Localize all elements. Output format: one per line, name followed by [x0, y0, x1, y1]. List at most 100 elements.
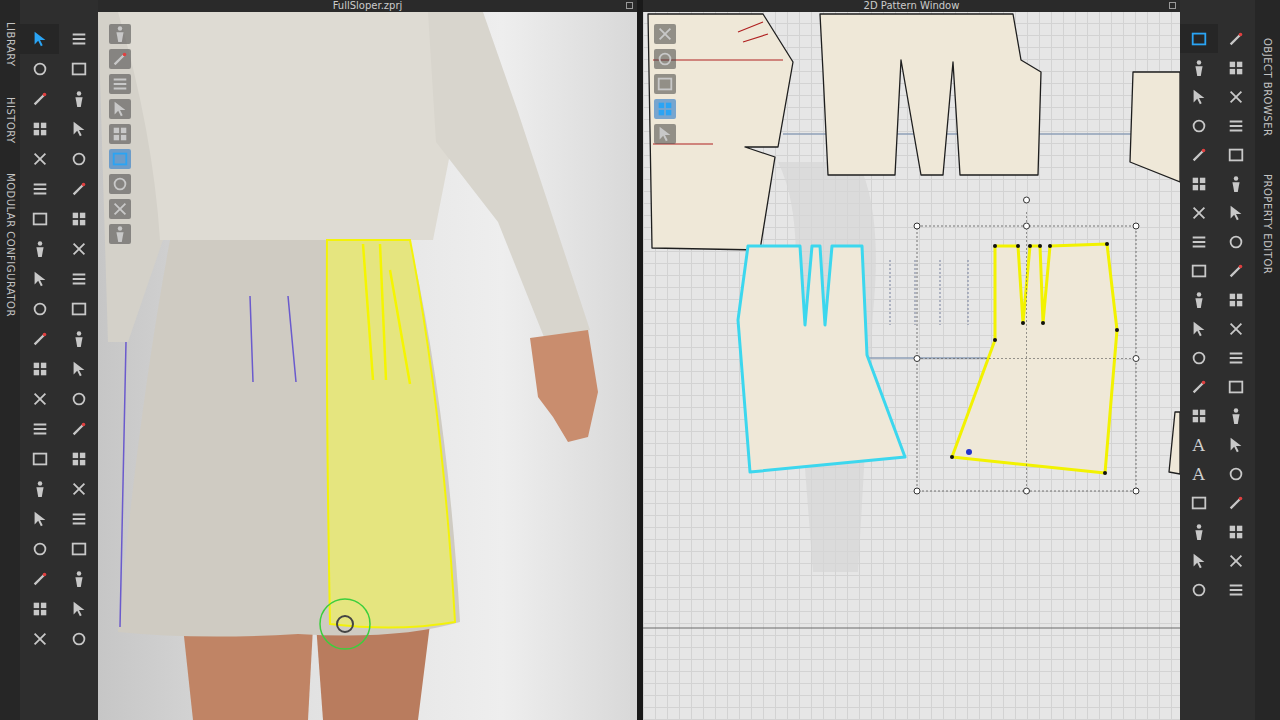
mini-tool[interactable]	[654, 99, 676, 119]
mini-tool[interactable]	[109, 124, 131, 144]
tool-button[interactable]	[1218, 401, 1256, 430]
tool-button[interactable]	[20, 294, 59, 324]
tool-button[interactable]	[1180, 140, 1218, 169]
side-tab[interactable]: OBJECT BROWSER	[1262, 38, 1273, 136]
tool-button[interactable]	[20, 144, 59, 174]
tool-button[interactable]	[59, 24, 98, 54]
tool-button[interactable]	[1180, 575, 1218, 604]
tool-button[interactable]	[1218, 575, 1256, 604]
mini-tool[interactable]	[654, 24, 676, 44]
tool-button[interactable]	[20, 54, 59, 84]
tool-button[interactable]	[1218, 488, 1256, 517]
tool-button[interactable]	[1218, 517, 1256, 546]
transform-handle[interactable]	[914, 356, 920, 362]
mini-tool[interactable]	[109, 149, 131, 169]
pattern-piece[interactable]	[1169, 412, 1180, 474]
mini-tool[interactable]	[654, 74, 676, 94]
tool-button[interactable]	[59, 54, 98, 84]
pattern-piece[interactable]	[738, 246, 905, 472]
tool-button[interactable]	[20, 234, 59, 264]
vertex-point[interactable]	[1105, 242, 1109, 246]
tool-button[interactable]	[59, 324, 98, 354]
tool-button[interactable]	[59, 84, 98, 114]
tool-button[interactable]	[1218, 546, 1256, 575]
maximize-icon[interactable]	[1169, 2, 1176, 9]
pattern-canvas[interactable]	[643, 12, 1180, 720]
mini-tool[interactable]	[109, 49, 131, 69]
mini-tool[interactable]	[109, 224, 131, 244]
pattern-piece[interactable]	[648, 14, 793, 250]
tool-button[interactable]	[1180, 82, 1218, 111]
tool-button[interactable]	[1180, 488, 1218, 517]
transform-handle[interactable]	[1024, 223, 1030, 229]
tool-button[interactable]	[1218, 314, 1256, 343]
tool-button[interactable]	[1218, 111, 1256, 140]
tool-button[interactable]	[20, 384, 59, 414]
tool-button[interactable]	[59, 234, 98, 264]
tool-button[interactable]	[20, 174, 59, 204]
tool-button[interactable]	[1218, 372, 1256, 401]
tool-button[interactable]	[1180, 401, 1218, 430]
tool-button[interactable]	[1180, 53, 1218, 82]
tool-button[interactable]	[1218, 227, 1256, 256]
tool-button[interactable]	[59, 504, 98, 534]
tool-button[interactable]	[20, 504, 59, 534]
tool-button[interactable]	[59, 174, 98, 204]
tool-button[interactable]	[1218, 256, 1256, 285]
tool-button[interactable]	[59, 114, 98, 144]
tool-button[interactable]	[1218, 24, 1256, 53]
tool-button[interactable]	[20, 114, 59, 144]
vertex-point[interactable]	[1115, 328, 1119, 332]
tool-button[interactable]	[1180, 314, 1218, 343]
transform-handle[interactable]	[914, 223, 920, 229]
vertex-point[interactable]	[993, 244, 997, 248]
pattern-piece[interactable]	[820, 14, 1041, 175]
tool-button[interactable]	[1218, 285, 1256, 314]
tool-button[interactable]	[1218, 140, 1256, 169]
tool-button[interactable]	[59, 564, 98, 594]
tool-button[interactable]	[59, 264, 98, 294]
tool-button[interactable]	[1180, 372, 1218, 401]
tool-button[interactable]: A	[1180, 430, 1218, 459]
tool-button[interactable]	[20, 474, 59, 504]
mini-tool[interactable]	[109, 99, 131, 119]
tool-button[interactable]	[59, 474, 98, 504]
tool-button[interactable]	[1180, 24, 1218, 53]
tool-button[interactable]	[59, 384, 98, 414]
transform-handle[interactable]	[1133, 223, 1139, 229]
mini-tool[interactable]	[654, 124, 676, 144]
tool-button[interactable]	[59, 144, 98, 174]
tool-button[interactable]	[1218, 459, 1256, 488]
tool-button[interactable]	[59, 294, 98, 324]
vertex-point[interactable]	[1016, 244, 1020, 248]
tool-button[interactable]	[59, 444, 98, 474]
tool-button[interactable]	[20, 444, 59, 474]
mini-tool[interactable]	[654, 49, 676, 69]
vertex-point[interactable]	[1028, 244, 1032, 248]
vertex-point[interactable]	[1038, 244, 1042, 248]
tool-button[interactable]	[1218, 343, 1256, 372]
mini-tool[interactable]	[109, 74, 131, 94]
tool-button[interactable]	[1218, 198, 1256, 227]
tool-button[interactable]	[59, 354, 98, 384]
side-tab[interactable]: LIBRARY	[5, 22, 16, 67]
tool-button[interactable]	[1180, 546, 1218, 575]
transform-handle[interactable]	[914, 488, 920, 494]
tool-button[interactable]	[59, 624, 98, 654]
transform-handle[interactable]	[1133, 488, 1139, 494]
pattern-piece[interactable]	[1130, 72, 1180, 182]
maximize-icon[interactable]	[626, 2, 633, 9]
vertex-point[interactable]	[1048, 244, 1052, 248]
tool-button[interactable]	[20, 264, 59, 294]
tool-button[interactable]	[59, 204, 98, 234]
vertex-point[interactable]	[993, 338, 997, 342]
vertex-point[interactable]	[1041, 321, 1045, 325]
mini-tool[interactable]	[109, 174, 131, 194]
tool-button[interactable]	[1218, 169, 1256, 198]
tool-button[interactable]	[20, 204, 59, 234]
tool-button[interactable]	[1180, 285, 1218, 314]
tool-button[interactable]	[1180, 227, 1218, 256]
side-tab[interactable]: HISTORY	[5, 97, 16, 144]
tool-button[interactable]: A	[1180, 459, 1218, 488]
mini-tool[interactable]	[109, 24, 131, 44]
